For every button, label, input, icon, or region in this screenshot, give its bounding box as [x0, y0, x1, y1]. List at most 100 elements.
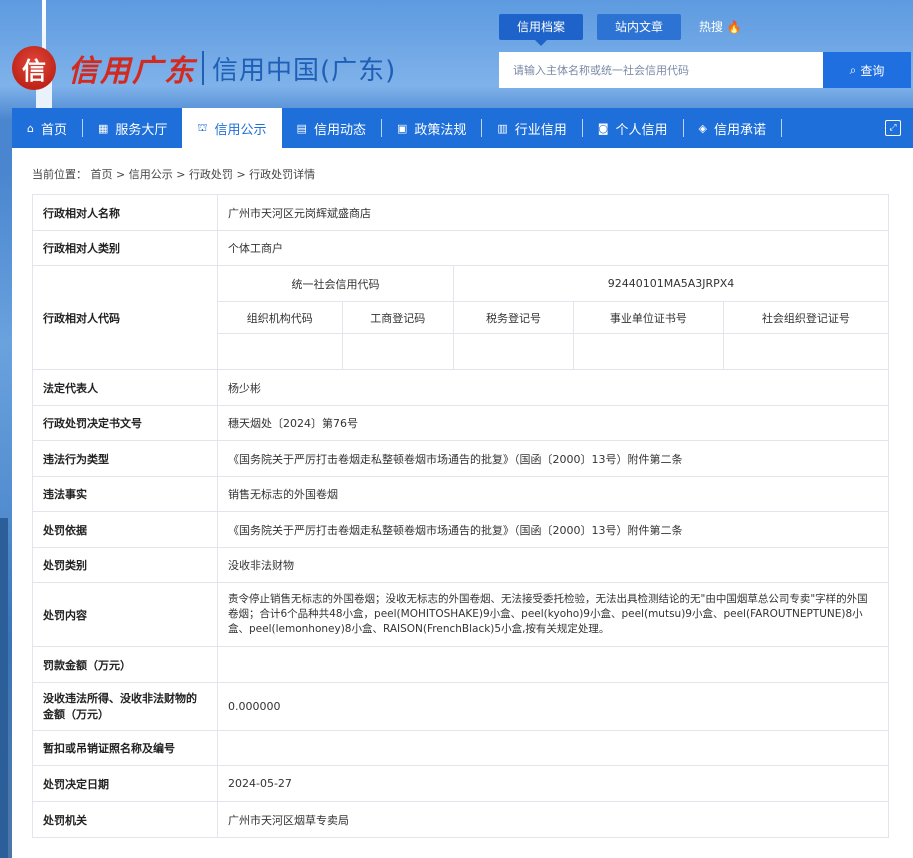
facts-value: 销售无标志的外国卷烟: [217, 476, 889, 512]
table-row: 处罚依据 《国务院关于严厉打击卷烟走私整顿卷烟市场通告的批复》（国函〔2000〕…: [32, 511, 889, 548]
basis-value: 《国务院关于严厉打击卷烟走私整顿卷烟市场通告的批复》（国函〔2000〕13号）附…: [217, 511, 889, 548]
decision-no-label: 行政处罚决定书文号: [32, 405, 218, 441]
name-value: 广州市天河区元岗辉斌盛商店: [217, 194, 889, 231]
table-row: 行政处罚决定书文号 穗天烟处〔2024〕第76号: [32, 405, 889, 441]
legal-rep-label: 法定代表人: [32, 369, 218, 406]
nav-item-credit-commitment[interactable]: ◈ 信用承诺: [684, 108, 781, 148]
person-card-icon: ◙: [597, 121, 609, 135]
logo-emblem-icon: 信: [12, 46, 56, 90]
shield-icon: ◈: [698, 121, 707, 135]
search-tab-site-articles[interactable]: 站内文章: [597, 14, 682, 40]
grid-icon: ▦: [98, 121, 109, 135]
table-row: 法定代表人 杨少彬: [32, 369, 889, 406]
nav-label: 政策法规: [414, 122, 467, 138]
document-icon: ▤: [296, 121, 307, 135]
nav-item-policy[interactable]: ▣ 政策法规: [382, 108, 481, 148]
breadcrumb-current: 行政处罚详情: [249, 168, 316, 181]
nav-label: 信用动态: [313, 122, 366, 138]
expand-icon[interactable]: ⤢: [885, 120, 901, 136]
violation-type-value: 《国务院关于严厉打击卷烟走私整顿卷烟市场通告的批复》（国函〔2000〕13号）附…: [217, 440, 889, 477]
search-tab-credit-file[interactable]: 信用档案: [499, 14, 584, 46]
license-value: [217, 730, 889, 766]
nav-item-service-hall[interactable]: ▦ 服务大厅: [83, 108, 182, 148]
nav-label: 行业信用: [514, 122, 567, 138]
penalty-detail-table: 行政相对人名称 广州市天河区元岗辉斌盛商店 行政相对人类别 个体工商户 行政相对…: [32, 194, 890, 838]
table-row: 违法事实 销售无标志的外国卷烟: [32, 476, 889, 512]
nav-label: 信用公示: [214, 122, 267, 138]
social-org-cert-value: [722, 333, 890, 370]
table-row: 处罚决定日期 2024-05-27: [32, 765, 889, 802]
business-reg-value: [341, 333, 455, 370]
facts-label: 违法事实: [32, 476, 218, 512]
tax-reg-label: 税务登记号: [453, 301, 574, 334]
search-button[interactable]: ⌕ 查询: [823, 52, 911, 88]
decision-no-value: 穗天烟处〔2024〕第76号: [217, 405, 889, 441]
logo-main-text: 信用中国(广东): [212, 55, 397, 86]
home-icon: ⌂: [27, 121, 34, 135]
institution-cert-value: [572, 333, 724, 370]
breadcrumb-admin-penalty[interactable]: 行政处罚: [189, 168, 233, 181]
institution-cert-label: 事业单位证书号: [572, 301, 724, 334]
type-value: 个体工商户: [217, 230, 889, 266]
license-label: 暂扣或吊销证照名称及编号: [32, 730, 218, 766]
main-content: 当前位置： 首页 > 信用公示 > 行政处罚 > 行政处罚详情 行政相对人名称 …: [12, 148, 913, 858]
category-value: 没收非法财物: [217, 547, 889, 583]
fine-value: [217, 646, 889, 683]
breadcrumb-separator: >: [176, 168, 189, 181]
search-tab-hot[interactable]: 热搜 🔥: [695, 14, 746, 40]
table-row: 罚款金额（万元）: [32, 646, 889, 683]
breadcrumb-separator: >: [116, 168, 129, 181]
name-label: 行政相对人名称: [32, 194, 218, 231]
nav-item-personal-credit[interactable]: ◙ 个人信用: [583, 108, 683, 148]
confiscation-label: 没收违法所得、没收非法财物的金额（万元）: [32, 682, 218, 731]
nav-label: 服务大厅: [115, 122, 168, 138]
flame-icon: 🔥: [726, 20, 742, 34]
hot-search-label: 热搜: [699, 20, 724, 34]
search-box: ⌕ 查询: [499, 52, 911, 88]
nav-item-home[interactable]: ⌂ 首页: [12, 108, 82, 148]
logo-divider: [202, 51, 204, 85]
nav-item-credit-news[interactable]: ▤ 信用动态: [282, 108, 381, 148]
authority-label: 处罚机关: [32, 801, 218, 838]
type-label: 行政相对人类别: [32, 230, 218, 266]
search-input[interactable]: [499, 52, 823, 88]
business-reg-label: 工商登记码: [341, 301, 455, 334]
chart-icon: ▥: [497, 121, 508, 135]
fine-label: 罚款金额（万元）: [32, 646, 218, 683]
uscc-label: 统一社会信用代码: [216, 265, 455, 302]
violation-type-label: 违法行为类型: [32, 440, 218, 477]
nav-divider: [781, 119, 782, 137]
breadcrumb: 当前位置： 首页 > 信用公示 > 行政处罚 > 行政处罚详情: [32, 166, 315, 182]
table-row: 行政相对人代码 统一社会信用代码 92440101MA5A3JRPX4: [32, 265, 889, 370]
nav-label: 首页: [40, 122, 67, 138]
building-icon: ⛫: [197, 120, 208, 134]
search-button-label: 查询: [860, 63, 885, 78]
tax-reg-value: [453, 333, 574, 370]
table-row: 处罚类别 没收非法财物: [32, 547, 889, 583]
nav-item-credit-publicity[interactable]: ⛫ 信用公示: [182, 108, 282, 148]
breadcrumb-home[interactable]: 首页: [91, 168, 113, 181]
site-logo[interactable]: 信 信用广东 信用中国(广东): [12, 44, 396, 92]
social-org-cert-label: 社会组织登记证号: [722, 301, 890, 334]
nav-label: 个人信用: [615, 122, 668, 138]
legal-rep-value: 杨少彬: [217, 369, 889, 406]
breadcrumb-separator: >: [236, 168, 250, 181]
basis-label: 处罚依据: [32, 511, 218, 548]
table-row: 处罚内容 责令停止销售无标志的外国卷烟；没收无标志的外国卷烟、无法接受委托检验，…: [32, 582, 889, 647]
authority-value: 广州市天河区烟草专卖局: [217, 801, 889, 838]
table-row: 行政相对人名称 广州市天河区元岗辉斌盛商店: [32, 194, 889, 231]
search-tabs: 信用档案 站内文章 热搜 🔥: [499, 14, 746, 46]
logo-script-text: 信用广东: [68, 54, 196, 89]
content-label: 处罚内容: [32, 582, 218, 647]
nav-item-industry-credit[interactable]: ▥ 行业信用: [482, 108, 581, 148]
category-label: 处罚类别: [32, 547, 218, 583]
org-code-value: [217, 333, 343, 370]
breadcrumb-prefix: 当前位置：: [32, 168, 87, 181]
site-header: 信 信用广东 信用中国(广东) 信用档案 站内文章 热搜 🔥 ⌕ 查询: [0, 0, 913, 108]
search-icon: ⌕: [849, 62, 857, 77]
breadcrumb-credit-publicity[interactable]: 信用公示: [129, 168, 173, 181]
uscc-value: 92440101MA5A3JRPX4: [453, 265, 889, 302]
org-code-label: 组织机构代码: [217, 301, 343, 334]
content-value: 责令停止销售无标志的外国卷烟；没收无标志的外国卷烟、无法接受委托检验，无法出具检…: [217, 582, 889, 647]
table-row: 暂扣或吊销证照名称及编号: [32, 730, 889, 766]
